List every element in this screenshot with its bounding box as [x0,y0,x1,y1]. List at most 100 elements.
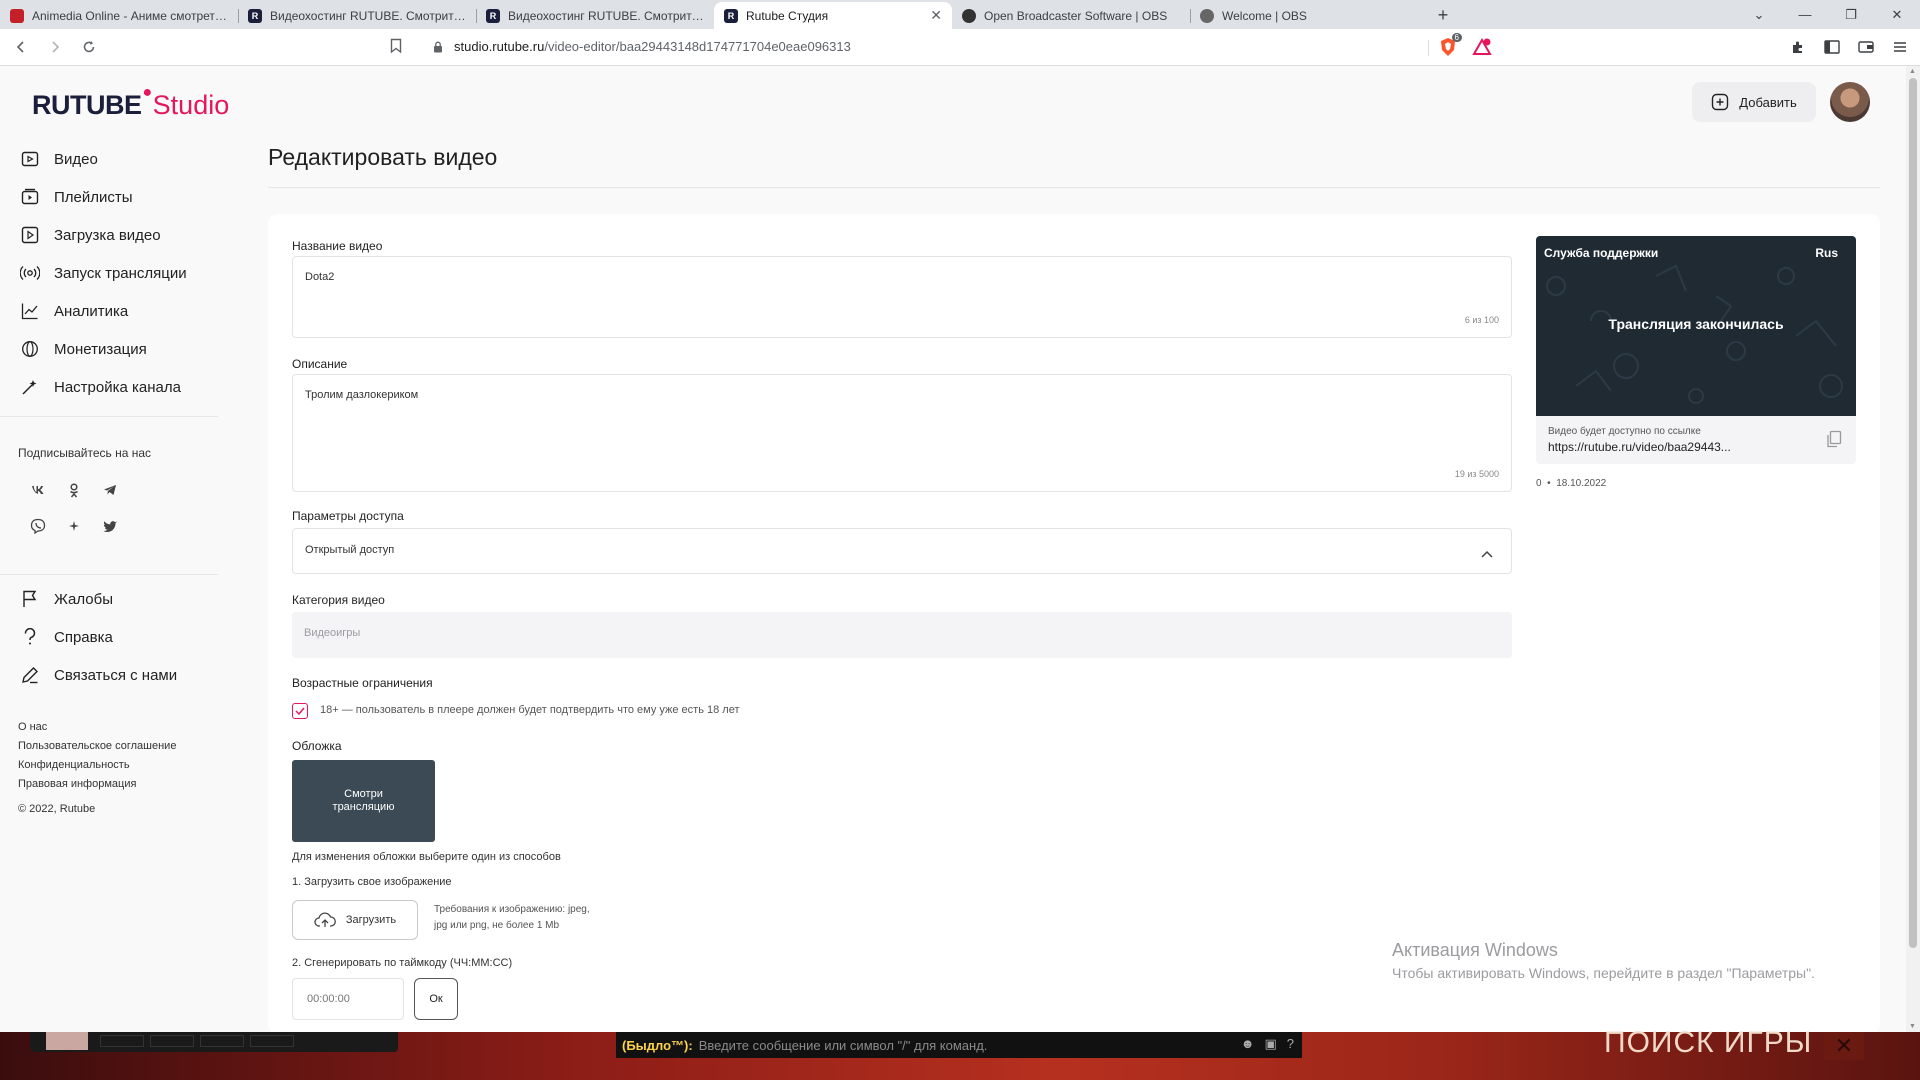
footer-link-legal[interactable]: Правовая информация [18,775,176,794]
overlay-close-icon[interactable]: ✕ [1824,1032,1864,1060]
page-title: Редактировать видео [268,144,498,170]
sidebar-item-complaints[interactable]: Жалобы [0,580,220,618]
scroll-up-icon[interactable]: ▲ [1909,68,1916,75]
ok-icon[interactable] [56,472,92,508]
vk-icon[interactable] [20,472,56,508]
video-link[interactable]: https://rutube.ru/video/baa29443... [1548,440,1731,454]
extensions-icon[interactable] [1786,35,1810,59]
timecode-input[interactable] [292,978,404,1020]
chat-input-placeholder[interactable]: Введите сообщение или символ "/" для ком… [699,1038,988,1053]
tab-close-icon[interactable]: ✕ [930,7,942,24]
broadcast-icon [20,263,40,283]
tab-title: Видеохостинг RUTUBE. Смотрите ви [270,8,466,23]
sidebar-item-label: Настройка канала [54,378,181,396]
minimize-icon[interactable]: — [1782,0,1828,29]
sidebar-item-label: Аналитика [54,302,129,320]
viber-icon[interactable] [20,508,56,544]
search-game-label[interactable]: ПОИСК ИГРЫ [1604,1026,1812,1060]
tab-favicon-icon: R [724,8,738,23]
video-meta: 0 • 18.10.2022 [1536,478,1606,489]
url-host: studio.rutube.ru [454,39,545,54]
add-button[interactable]: Добавить [1692,82,1816,122]
hud-slots [100,1035,294,1047]
hero-portrait [46,1032,88,1050]
sidebar-toggle-icon[interactable] [1820,35,1844,59]
reload-icon[interactable] [76,34,102,60]
forward-icon[interactable] [42,34,68,60]
copy-icon[interactable] [1826,430,1842,453]
support-title[interactable]: Служба поддержки [1544,246,1658,260]
sidebar-item-label: Справка [54,628,113,646]
tab-title: Welcome | OBS [1222,8,1307,23]
timecode-ok-button[interactable]: Ок [414,978,458,1020]
sidebar-item-channel-settings[interactable]: Настройка канала [0,368,220,406]
sidebar-item-broadcast[interactable]: Запуск трансляции [0,254,220,292]
help-question-icon[interactable]: ? [1287,1036,1294,1052]
tab-search-icon[interactable]: ⌄ [1736,0,1782,29]
cover-text: Смотри трансляцию [332,788,395,813]
view-count: 0 [1536,478,1542,489]
screenshot-icon[interactable]: ▣ [1264,1036,1276,1052]
rutube-studio-logo[interactable]: RUTUBE●Studio [32,84,230,121]
sidebar-item-label: Загрузка видео [54,226,161,244]
scrollbar-thumb[interactable] [1909,78,1917,948]
sidebar-item-label: Монетизация [54,340,147,358]
cover-thumbnail[interactable]: Смотри трансляцию [292,760,435,842]
tab-title: Видеохостинг RUTUBE. Смотрите ви [508,8,704,23]
sidebar-item-label: Плейлисты [54,188,133,206]
video-preview[interactable]: Служба поддержки Rus Трансляция закончил… [1536,236,1856,416]
access-select[interactable]: Открытый доступ [292,528,1512,574]
menu-icon[interactable] [1888,35,1912,59]
logo-studio: Studio [152,90,230,120]
language-switch[interactable]: Rus [1815,246,1838,260]
sidebar-item-contact[interactable]: Связаться с нами [0,656,220,694]
footer-link-agreement[interactable]: Пользовательское соглашение [18,737,176,756]
twitter-icon[interactable] [92,508,128,544]
new-tab-icon[interactable]: + [1428,2,1458,29]
playlist-icon [20,187,40,207]
sidebar-item-upload[interactable]: Загрузка видео [0,216,220,254]
plus-icon[interactable] [56,508,92,544]
sidebar-item-monetization[interactable]: Монетизация [0,330,220,368]
description-textarea[interactable]: Тролим дазлокериком 19 из 5000 [292,374,1512,492]
wallet-icon[interactable] [1854,35,1878,59]
browser-tab[interactable]: Open Broadcaster Software | OBS [952,2,1190,29]
browser-tab[interactable]: R Видеохостинг RUTUBE. Смотрите ви [476,2,714,29]
browser-tabstrip: Animedia Online - Аниме смотреть о R Вид… [0,0,1920,29]
video-name-input[interactable]: Dota2 6 из 100 [292,256,1512,338]
footer-link-privacy[interactable]: Конфиденциальность [18,756,176,775]
video-name-counter: 6 из 100 [1464,315,1499,325]
help-icon [20,627,40,647]
restore-icon[interactable]: ❐ [1828,0,1874,29]
chat-user: (Быдло™): [622,1037,693,1053]
upload-button[interactable]: Загрузить [292,900,418,940]
close-window-icon[interactable]: ✕ [1874,0,1920,29]
follow-us-title: Подписывайтесь на нас [18,446,152,460]
sidebar-item-video[interactable]: Видео [0,140,220,178]
page-scrollbar[interactable]: ▲ ▼ [1906,66,1920,1032]
tab-title: Rutube Студия [746,8,829,23]
brave-shield-icon[interactable]: 6 [1436,33,1462,59]
browser-toolbar: studio.rutube.ru/video-editor/baa2944314… [0,29,1920,66]
sidebar-item-analytics[interactable]: Аналитика [0,292,220,330]
browser-tab[interactable]: R Видеохостинг RUTUBE. Смотрите ви [238,2,476,29]
browser-tab[interactable]: Animedia Online - Аниме смотреть о [0,2,238,29]
telegram-icon[interactable] [92,472,128,508]
back-icon[interactable] [8,34,34,60]
flag-icon [20,589,40,609]
game-chat-bar[interactable]: (Быдло™): Введите сообщение или символ "… [616,1032,1302,1058]
scroll-down-icon[interactable]: ▼ [1909,1023,1916,1030]
browser-tab-active[interactable]: R Rutube Студия ✕ [714,2,952,29]
address-bar[interactable]: studio.rutube.ru/video-editor/baa2944314… [454,39,851,54]
user-avatar[interactable] [1830,82,1870,122]
emoji-icon[interactable]: ☻ [1241,1036,1255,1052]
brave-rewards-icon[interactable] [1470,35,1494,59]
sidebar-item-playlists[interactable]: Плейлисты [0,178,220,216]
bookmark-icon[interactable] [390,38,402,59]
footer-link-about[interactable]: О нас [18,718,176,737]
browser-tab[interactable]: Welcome | OBS [1190,2,1428,29]
sidebar-item-help[interactable]: Справка [0,618,220,656]
age-restriction-checkbox[interactable] [292,703,308,719]
description-label: Описание [292,357,348,371]
access-value: Открытый доступ [305,544,395,556]
